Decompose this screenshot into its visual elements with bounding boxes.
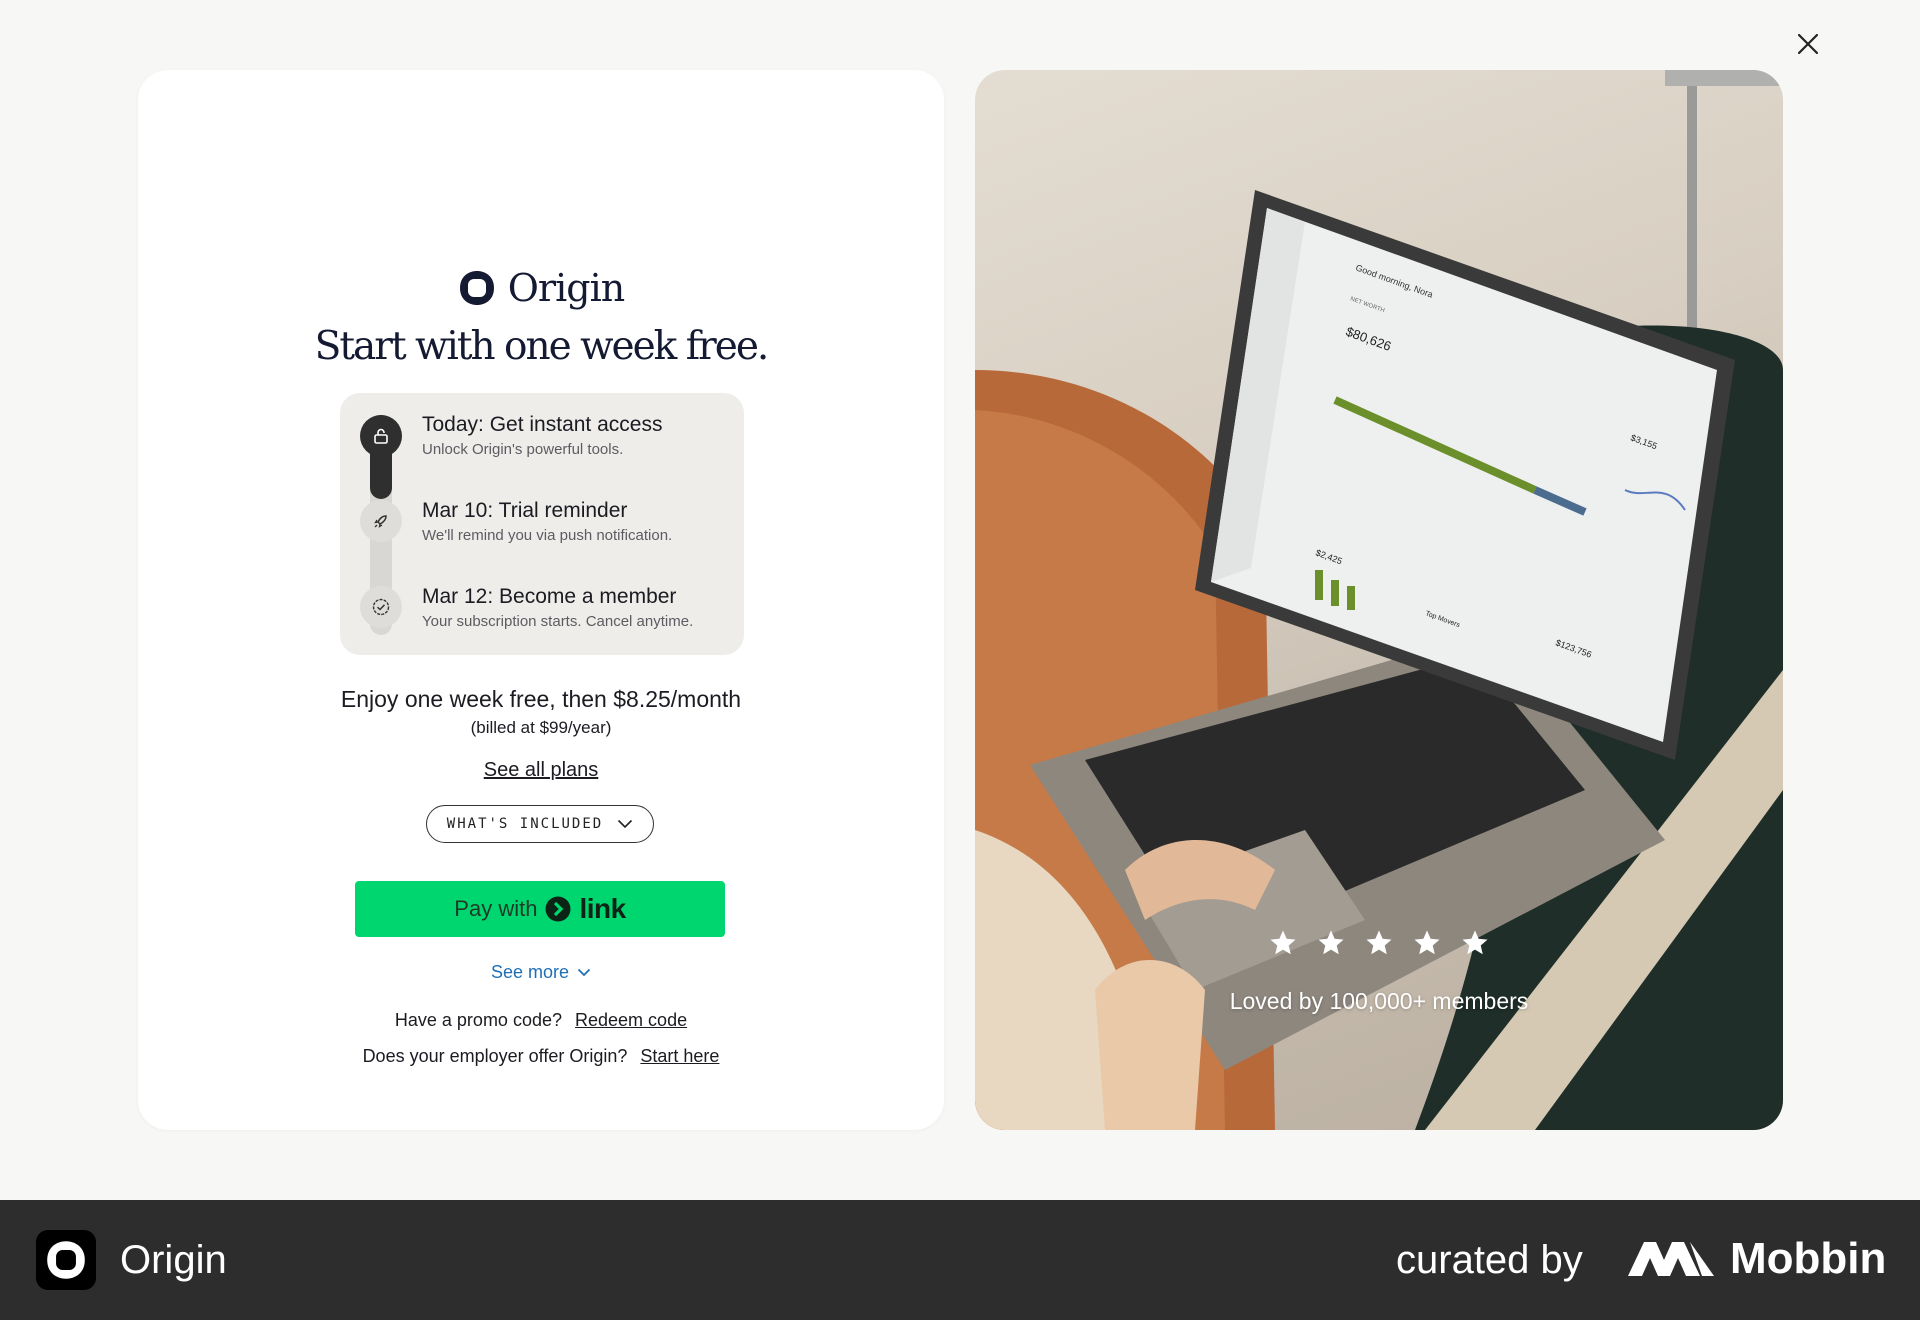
pay-with-link-button[interactable]: Pay with link (355, 881, 725, 937)
app-icon (36, 1230, 96, 1290)
step-title: Mar 10: Trial reminder (422, 499, 628, 522)
paywall-card: Origin Start with one week free. Today: … (138, 70, 944, 1130)
laptop-photo-illustration: Good morning, Nora NET WORTH $80,626 $3,… (975, 70, 1783, 1130)
rating-stars (975, 928, 1783, 958)
step-subtitle: Unlock Origin's powerful tools. (422, 441, 624, 458)
see-more-button[interactable]: See more (138, 962, 944, 983)
see-all-plans-link[interactable]: See all plans (138, 759, 944, 782)
star-icon (1462, 930, 1488, 955)
hero-photo: Good morning, Nora NET WORTH $80,626 $3,… (975, 70, 1783, 1130)
origin-logo-icon (47, 1241, 85, 1279)
redeem-code-link[interactable]: Redeem code (575, 1010, 687, 1030)
step-subtitle: Your subscription starts. Cancel anytime… (422, 613, 694, 630)
close-icon (1797, 33, 1819, 55)
price-summary: Enjoy one week free, then $8.25/month (340, 686, 742, 712)
chevron-down-icon (577, 968, 591, 977)
mobbin-logo-icon (1628, 1242, 1714, 1276)
see-more-label: See more (490, 962, 570, 982)
rocket-icon (360, 500, 402, 542)
star-icon (1318, 930, 1344, 955)
billing-note: (billed at $99/year) (470, 718, 612, 737)
footer-bar: Origin curated by Mobbin (0, 1200, 1920, 1320)
close-button[interactable] (1790, 26, 1826, 62)
employer-row: Does your employer offer Origin? Start h… (138, 1046, 944, 1067)
check-badge-icon (360, 586, 402, 628)
curated-by-label: curated by (1396, 1238, 1583, 1282)
mobbin-wordmark: Mobbin (1730, 1234, 1887, 1283)
timeline-step: Mar 12: Become a member Your subscriptio… (422, 585, 693, 630)
promo-row: Have a promo code? Redeem code (138, 1010, 944, 1031)
origin-logo-icon (459, 271, 494, 305)
whats-included-label: WHAT'S INCLUDED (446, 816, 604, 832)
brand-name: Origin (507, 266, 625, 310)
start-here-link[interactable]: Start here (640, 1046, 719, 1066)
pay-label: Pay with (454, 896, 538, 921)
star-icon (1414, 930, 1440, 955)
page-title: Start with one week free. (314, 324, 770, 369)
chevron-down-icon (618, 819, 633, 829)
footer-app-name: Origin (120, 1238, 227, 1282)
employer-question: Does your employer offer Origin? (362, 1046, 628, 1066)
timeline-step: Mar 10: Trial reminder We'll remind you … (422, 499, 672, 544)
step-title: Mar 12: Become a member (422, 585, 677, 608)
brand-logo: Origin (138, 266, 944, 310)
star-icon (1366, 930, 1392, 955)
step-subtitle: We'll remind you via push notification. (422, 527, 673, 544)
social-proof-caption: Loved by 100,000+ members (1229, 988, 1529, 1014)
timeline-step: Today: Get instant access Unlock Origin'… (422, 413, 662, 458)
lock-icon (360, 415, 402, 457)
step-title: Today: Get instant access (422, 413, 663, 436)
whats-included-toggle[interactable]: WHAT'S INCLUDED (426, 805, 654, 843)
link-wordmark: link (579, 893, 626, 924)
promo-question: Have a promo code? (394, 1010, 562, 1030)
link-arrow-icon (545, 896, 571, 922)
star-icon (1270, 930, 1296, 955)
trial-timeline: Today: Get instant access Unlock Origin'… (340, 393, 744, 655)
